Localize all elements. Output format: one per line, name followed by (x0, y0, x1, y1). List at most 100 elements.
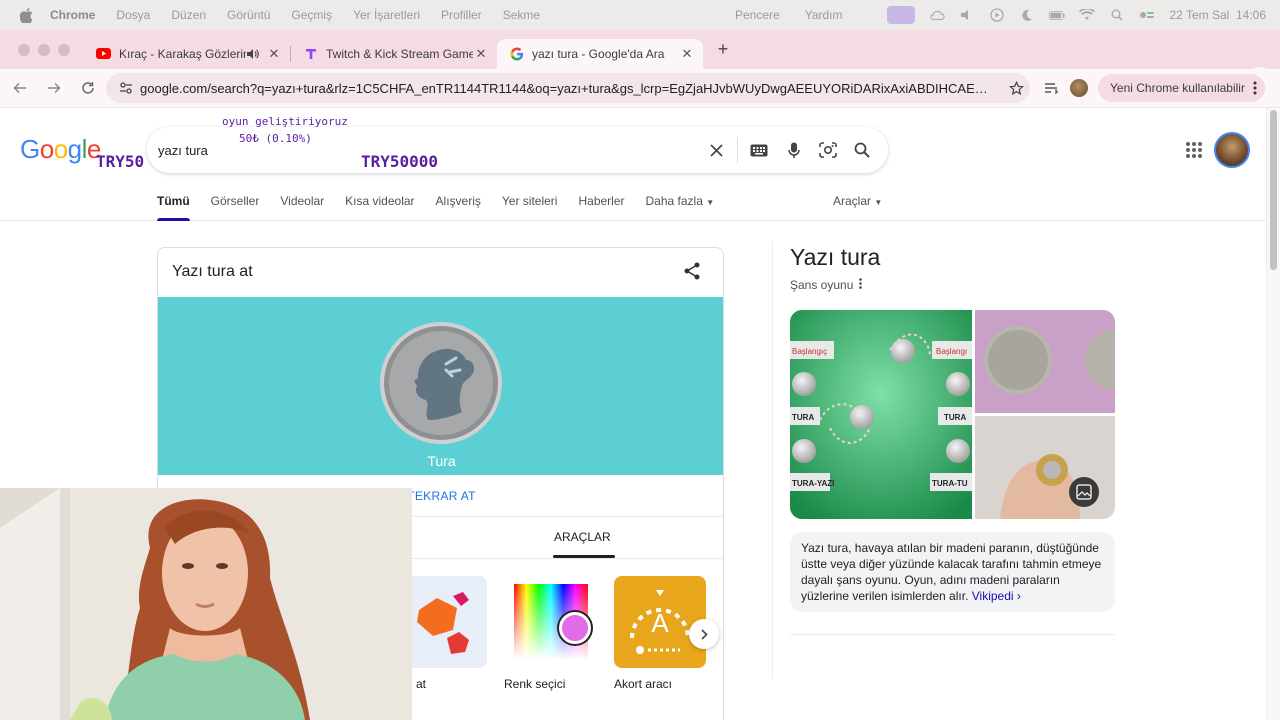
clear-search-icon[interactable] (705, 139, 727, 161)
play-icon[interactable] (989, 8, 1005, 22)
back-button[interactable] (4, 72, 36, 104)
reload-icon (82, 82, 94, 94)
tools-button[interactable]: Araçlar ▼ (833, 194, 882, 208)
menu-help[interactable]: Yardım (805, 8, 843, 22)
chevron-right-icon (700, 628, 708, 640)
wikipedia-link[interactable]: Vikipedi › (972, 589, 1021, 603)
logo-letter: o (53, 134, 68, 164)
search-icon[interactable] (851, 139, 873, 161)
menu-profiles[interactable]: Profiller (441, 8, 482, 22)
stream-overlay-line1: oyun geliştiriyoruz (222, 115, 348, 128)
tab-web[interactable]: Yer siteleri (502, 194, 558, 221)
tab-close-icon[interactable]: ✕ (473, 46, 489, 62)
column-divider (772, 242, 773, 678)
coin-image[interactable] (380, 322, 502, 444)
card-title: Yazı tura at (172, 263, 253, 280)
battery-icon[interactable] (1049, 8, 1066, 22)
tab-stream-games[interactable]: Twitch & Kick Stream Games ✕ (291, 39, 497, 69)
search-input[interactable]: yazı tura (158, 143, 208, 158)
tab-videos[interactable]: Videolar (280, 194, 324, 221)
tab-shopping[interactable]: Alışveriş (436, 194, 481, 221)
control-center-icon[interactable] (1139, 8, 1155, 22)
kp-image-grid[interactable]: Başlangıç Başlangı TURA TURA TURA-YAZI T… (790, 310, 1115, 519)
menu-bookmarks[interactable]: Yer İşaretleri (353, 8, 420, 22)
logo-letter: g (67, 134, 82, 164)
tab-google-search[interactable]: yazı tura - Google'da Ara ✕ (497, 38, 703, 69)
focus-moon-icon[interactable] (1019, 8, 1035, 22)
kp-images: Başlangıç Başlangı TURA TURA TURA-YAZI T… (790, 310, 1115, 519)
window-controls (18, 43, 70, 56)
kp-image-label: TURA-TU (932, 479, 968, 488)
wifi-icon[interactable] (1079, 8, 1096, 22)
next-tools-button[interactable] (689, 619, 719, 649)
menu-window[interactable]: Pencere (735, 8, 780, 22)
cloud-icon[interactable] (929, 8, 946, 22)
apple-icon[interactable] (20, 7, 38, 23)
macos-menu-bar: Chrome Dosya Düzen Görüntü Geçmiş Yer İş… (0, 0, 1280, 30)
tab-youtube[interactable]: Kıraç - Karakaş Gözlerin E ✕ (84, 39, 290, 69)
tab-news[interactable]: Haberler (578, 194, 624, 221)
kp-title: Yazı tura (790, 244, 881, 270)
browser-toolbar: google.com/search?q=yazı+tura&rlz=1C5CHF… (0, 69, 1280, 108)
address-bar[interactable]: google.com/search?q=yazı+tura&rlz=1C5CHF… (106, 73, 1030, 103)
url-text[interactable]: google.com/search?q=yazı+tura&rlz=1C5CHF… (140, 81, 1002, 96)
kp-description: Yazı tura, havaya atılan bir madeni para… (790, 532, 1115, 612)
tab-images[interactable]: Görseller (211, 194, 260, 221)
menu-tab[interactable]: Sekme (503, 8, 540, 22)
tab-close-icon[interactable]: ✕ (679, 46, 695, 62)
spotlight-search-icon[interactable] (1109, 8, 1125, 22)
more-options-icon[interactable] (859, 278, 863, 292)
account-avatar[interactable] (1214, 132, 1250, 168)
menu-edit[interactable]: Düzen (171, 8, 206, 22)
tab-audio-icon[interactable] (246, 47, 260, 61)
google-apps-icon[interactable] (1184, 140, 1204, 160)
tuner-icon[interactable]: A (614, 576, 706, 668)
tool-label-tuner: Akort aracı (614, 677, 673, 691)
site-info-icon[interactable] (112, 81, 140, 95)
page-scrollbar[interactable] (1266, 108, 1280, 720)
menu-view[interactable]: Görüntü (227, 8, 270, 22)
profile-avatar-small[interactable] (1070, 79, 1088, 97)
close-window-button[interactable] (18, 43, 30, 56)
tab-all[interactable]: Tümü (157, 194, 190, 221)
tab-tools[interactable]: ARAÇLAR (554, 530, 611, 544)
menu-history[interactable]: Geçmiş (291, 8, 332, 22)
screen-share-icon[interactable] (887, 6, 916, 24)
svg-text:A: A (651, 608, 669, 638)
tab-title: Twitch & Kick Stream Games (326, 46, 473, 61)
tab-more[interactable]: Daha fazla ▼ (646, 194, 715, 221)
keyboard-icon[interactable] (748, 139, 770, 161)
minimize-window-button[interactable] (38, 43, 50, 56)
color-picker-icon[interactable] (504, 576, 596, 668)
kp-image-label: TURA-YAZI (792, 479, 834, 488)
zoom-window-button[interactable] (58, 43, 70, 56)
chrome-update-button[interactable]: Yeni Chrome kullanılabilir (1098, 74, 1265, 102)
coin-stage[interactable]: Tura (158, 297, 723, 475)
volume-icon[interactable] (959, 8, 975, 22)
menu-clock[interactable]: 22 Tem Sal 14:06 (1169, 8, 1266, 22)
search-divider (737, 137, 738, 163)
menu-app-name[interactable]: Chrome (50, 8, 95, 22)
dropdown-arrow-icon: ▼ (874, 198, 883, 207)
reading-list-icon[interactable] (1044, 81, 1060, 95)
menu-file[interactable]: Dosya (116, 8, 150, 22)
forward-button[interactable] (38, 72, 70, 104)
knowledge-panel: Yazı tura Şans oyunu Başlangıç Başlangı … (790, 242, 1115, 635)
tab-short-videos[interactable]: Kısa videolar (345, 194, 414, 221)
new-tab-button[interactable]: + (711, 38, 735, 62)
tab-close-icon[interactable]: ✕ (266, 46, 282, 62)
stream-overlay-line2: 50₺ (0.10%) (239, 132, 312, 145)
tool-label-color-picker: Renk seçici (504, 677, 566, 691)
kp-image-label: TURA (944, 413, 966, 422)
reload-button[interactable] (72, 72, 104, 104)
bookmark-star-icon[interactable] (1002, 80, 1030, 96)
arrow-left-icon (13, 82, 26, 94)
share-icon[interactable] (682, 261, 704, 283)
kp-image-label: Başlangı (936, 347, 967, 356)
scrollbar-thumb[interactable] (1270, 110, 1277, 270)
microphone-icon[interactable] (783, 139, 805, 161)
logo-letter: o (39, 134, 54, 164)
lens-camera-icon[interactable] (817, 139, 839, 161)
google-logo[interactable]: Google (20, 134, 101, 165)
kp-subtitle-row: Şans oyunu (790, 278, 1115, 292)
